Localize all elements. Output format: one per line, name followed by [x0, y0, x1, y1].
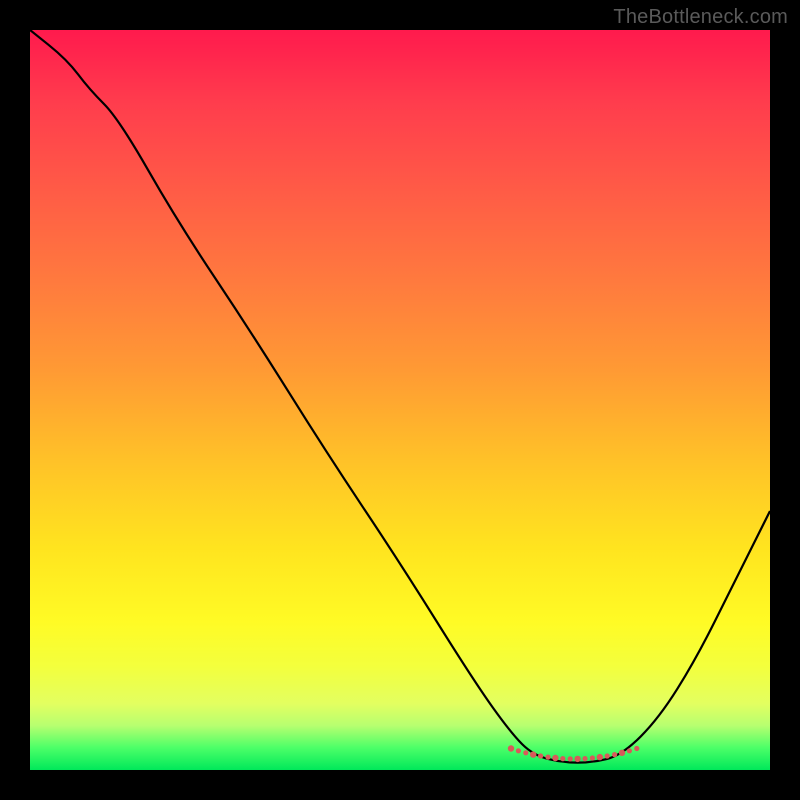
plot-area	[30, 30, 770, 770]
chart-frame: TheBottleneck.com	[0, 0, 800, 800]
minimum-dot	[508, 745, 514, 751]
minimum-dot	[560, 756, 565, 761]
minimum-dot	[574, 756, 580, 762]
minimum-dot	[597, 754, 603, 760]
minimum-dot	[552, 755, 558, 761]
minimum-dot	[582, 756, 587, 761]
minimum-dot	[612, 752, 617, 757]
minimum-dot	[605, 753, 610, 758]
minimum-dot	[538, 753, 543, 758]
minimum-dot	[545, 755, 550, 760]
minimum-dot	[619, 750, 625, 756]
bottleneck-curve-path	[30, 30, 770, 763]
minimum-dot	[568, 756, 573, 761]
curve-overlay	[30, 30, 770, 770]
minimum-dot	[516, 748, 521, 753]
minimum-dot	[523, 750, 528, 755]
minimum-dot	[590, 755, 595, 760]
watermark-text: TheBottleneck.com	[613, 6, 788, 29]
minimum-dot	[530, 751, 536, 757]
minimum-dot	[627, 748, 632, 753]
minimum-dot	[634, 746, 639, 751]
